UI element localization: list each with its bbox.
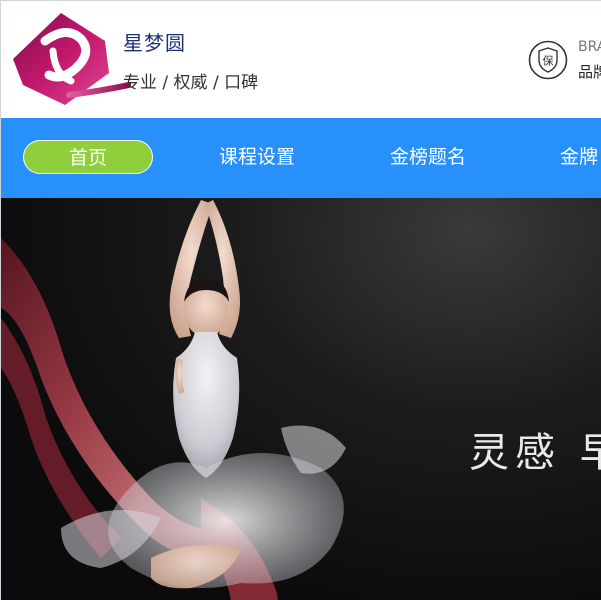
hero-headline: 灵感 早: [469, 430, 601, 476]
hero-banner[interactable]: 灵感 早: [1, 198, 601, 600]
brand-name: 星梦圆: [123, 31, 186, 55]
nav-item-home[interactable]: 首页: [23, 140, 153, 174]
guarantee-label-en: BRA: [578, 39, 601, 55]
dancer-illustration: [1, 200, 346, 600]
main-nav: 首页 课程设置 金榜题名 金牌: [1, 118, 601, 198]
guarantee-label-cn: 品牌: [578, 63, 601, 81]
page: 星梦圆 专业 / 权威 / 口碑 保 BRA 品牌 首页 课程设置 金榜题名 金…: [0, 0, 601, 600]
nav-item-honor-roll[interactable]: 金榜题名: [390, 140, 466, 174]
guarantee-glyph: 保: [543, 54, 554, 68]
brand-logo-icon[interactable]: [9, 11, 131, 107]
nav-item-courses[interactable]: 课程设置: [219, 140, 295, 174]
brand-slogan: 专业 / 权威 / 口碑: [123, 73, 259, 93]
nav-item-gold[interactable]: 金牌: [560, 140, 598, 174]
shield-guarantee-icon: 保: [528, 40, 568, 80]
site-header: 星梦圆 专业 / 权威 / 口碑 保 BRA 品牌: [1, 1, 601, 118]
